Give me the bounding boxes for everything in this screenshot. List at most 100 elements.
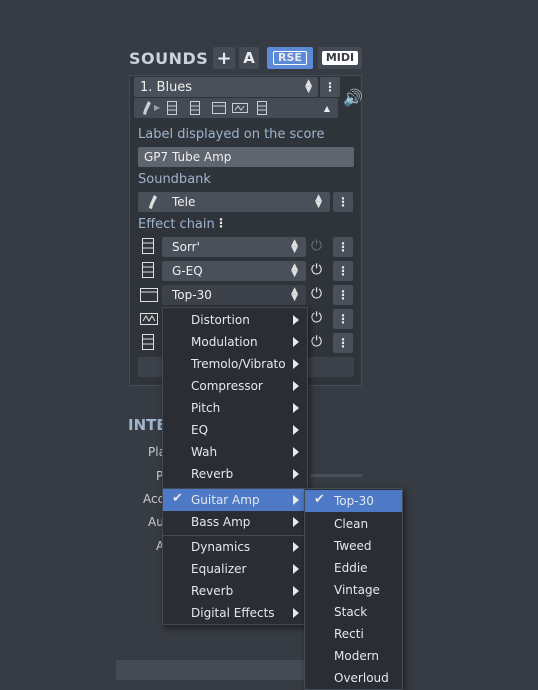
menu-item-wah[interactable]: Wah <box>163 441 307 463</box>
submenu-item-top-30[interactable]: ✔ Top-30 <box>305 490 402 512</box>
menu-item-distortion[interactable]: Distortion <box>163 309 307 331</box>
submenu-arrow-icon <box>293 337 299 347</box>
submenu-item-overloud[interactable]: Overloud <box>305 667 402 689</box>
submenu-arrow-icon <box>293 403 299 413</box>
track-menu-button[interactable]: ⋮ <box>320 77 340 97</box>
menu-item-label: Pitch <box>191 401 221 415</box>
soundbank-value: Tele <box>172 195 196 209</box>
menu-item-label: Compressor <box>191 379 263 393</box>
power-icon[interactable]: ⏻ <box>311 334 322 350</box>
submenu-item-modern[interactable]: Modern <box>305 645 402 667</box>
power-icon[interactable]: ⏻ <box>311 286 322 302</box>
menu-item-label: Tremolo/Vibrato <box>191 357 286 371</box>
chevron-updown-icon: ▲ ▼ <box>315 193 322 210</box>
pedal-icon <box>142 238 154 257</box>
effect-chain-menu-button[interactable]: ⋮ <box>215 216 227 230</box>
slider-track[interactable] <box>310 474 362 477</box>
menu-item-label: Dynamics <box>191 540 251 554</box>
amp-icon <box>140 288 158 305</box>
speaker-icon[interactable]: 🔊 <box>343 88 363 107</box>
submenu-item-vintage[interactable]: Vintage <box>305 579 402 601</box>
menu-item-modulation[interactable]: Modulation <box>163 331 307 353</box>
chevron-updown-icon: ▲ ▼ <box>291 238 298 255</box>
menu-item-digital-effects[interactable]: Digital Effects <box>163 602 307 624</box>
menu-item-label: Reverb <box>191 467 234 481</box>
submenu-item-label: Tweed <box>334 539 372 553</box>
guitar-icon <box>142 101 152 115</box>
submenu-arrow-icon <box>293 425 299 435</box>
pedal-icon <box>257 101 267 115</box>
chevron-updown-icon: ▲ ▼ <box>305 78 312 95</box>
submenu-item-tweed[interactable]: Tweed <box>305 535 402 557</box>
menu-item-dynamics[interactable]: Dynamics <box>163 536 307 558</box>
menu-item-label: EQ <box>191 423 209 437</box>
power-icon[interactable]: ⏻ <box>311 262 322 278</box>
power-icon[interactable]: ⏻ <box>311 310 322 326</box>
guitar-amp-submenu: ✔ Top-30 Clean Tweed Eddie Vintage Stack … <box>304 488 403 690</box>
menu-item-equalizer[interactable]: Equalizer <box>163 558 307 580</box>
track-name: 1. Blues <box>140 79 193 95</box>
check-icon: ✔ <box>314 492 325 507</box>
submenu-arrow-icon <box>293 542 299 552</box>
chevron-updown-icon: ▲ ▼ <box>291 262 298 279</box>
menu-item-label: Digital Effects <box>191 606 275 620</box>
submenu-arrow-icon <box>293 447 299 457</box>
menu-item-label: Equalizer <box>191 562 247 576</box>
soundbank-select[interactable]: Tele ▲ ▼ <box>138 192 330 212</box>
score-label-input[interactable]: GP7 Tube Amp <box>138 147 354 167</box>
a-button[interactable]: A <box>239 47 259 69</box>
amp-icon <box>212 101 226 115</box>
effect-select-2[interactable]: G-EQ ▲ ▼ <box>162 261 306 281</box>
effect-name: Sorr' <box>172 240 200 254</box>
menu-item-label: Wah <box>191 445 218 459</box>
effect-select-3[interactable]: Top-30 ▲ ▼ <box>162 285 306 305</box>
effect-menu-button[interactable]: ⋮ <box>333 237 353 257</box>
rse-button[interactable]: RSE <box>267 47 313 69</box>
effect-select-1[interactable]: Sorr' ▲ ▼ <box>162 237 306 257</box>
menu-item-label: Bass Amp <box>191 515 251 529</box>
submenu-item-clean[interactable]: Clean <box>305 513 402 535</box>
collapse-up-icon[interactable]: ▲ <box>316 98 338 118</box>
submenu-arrow-icon <box>293 586 299 596</box>
submenu-item-label: Vintage <box>334 583 380 597</box>
midi-button[interactable]: MIDI <box>318 47 362 69</box>
menu-item-compressor[interactable]: Compressor <box>163 375 307 397</box>
menu-item-guitar-amp[interactable]: ✔ Guitar Amp <box>163 489 307 511</box>
submenu-arrow-icon <box>293 608 299 618</box>
menu-item-reverb[interactable]: Reverb <box>163 463 307 485</box>
submenu-item-label: Modern <box>334 649 380 663</box>
label-section-title: Label displayed on the score <box>138 127 325 142</box>
soundbank-menu-button[interactable]: ⋮ <box>333 192 353 212</box>
add-sound-button[interactable]: + <box>213 47 235 69</box>
menu-item-bass-amp[interactable]: Bass Amp <box>163 511 307 533</box>
submenu-item-label: Stack <box>334 605 368 619</box>
menu-item-tremolo-vibrato[interactable]: Tremolo/Vibrato <box>163 353 307 375</box>
rack-icon <box>140 313 158 328</box>
effect-menu-button[interactable]: ⋮ <box>333 333 353 353</box>
menu-item-label: Distortion <box>191 313 250 327</box>
rack-icon <box>232 103 248 113</box>
pedal-icon <box>190 101 200 115</box>
menu-item-eq[interactable]: EQ <box>163 419 307 441</box>
effect-menu-button[interactable]: ⋮ <box>333 309 353 329</box>
signal-chain-overview[interactable]: ▶ <box>134 98 338 118</box>
pedal-icon <box>142 334 154 353</box>
submenu-item-recti[interactable]: Recti <box>305 623 402 645</box>
menu-item-reverb-2[interactable]: Reverb <box>163 580 307 602</box>
pedal-icon <box>167 101 177 115</box>
effect-name: G-EQ <box>172 264 203 278</box>
effect-menu-button[interactable]: ⋮ <box>333 285 353 305</box>
menu-item-label: Guitar Amp <box>191 493 260 507</box>
power-icon[interactable]: ⏻ <box>311 238 322 254</box>
submenu-item-stack[interactable]: Stack <box>305 601 402 623</box>
submenu-item-eddie[interactable]: Eddie <box>305 557 402 579</box>
submenu-item-label: Overloud <box>334 671 389 685</box>
submenu-arrow-icon <box>293 564 299 574</box>
background-bar <box>116 660 306 680</box>
submenu-item-label: Recti <box>334 627 364 641</box>
menu-item-pitch[interactable]: Pitch <box>163 397 307 419</box>
effect-menu-button[interactable]: ⋮ <box>333 261 353 281</box>
track-selector[interactable]: 1. Blues ▲ ▼ <box>134 77 318 97</box>
submenu-item-label: Clean <box>334 517 369 531</box>
submenu-item-label: Eddie <box>334 561 368 575</box>
